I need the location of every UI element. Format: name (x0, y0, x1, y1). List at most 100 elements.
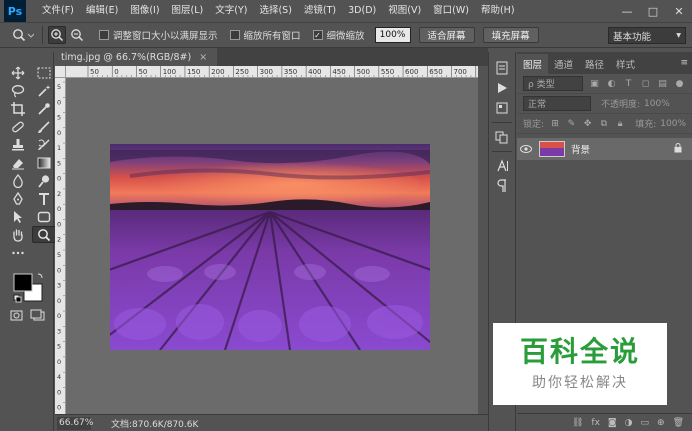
menu-window[interactable]: 窗口(W) (427, 0, 475, 22)
resize-windows-option[interactable]: 调整窗口大小以满屏显示 (99, 28, 218, 42)
zoom-100-button[interactable]: 100% (374, 27, 411, 43)
minimize-button[interactable]: — (614, 0, 640, 22)
menu-view[interactable]: 视图(V) (382, 0, 427, 22)
fit-screen-button[interactable]: 适合屏幕 (418, 27, 475, 43)
hand-tool[interactable] (6, 226, 30, 243)
ruler-origin[interactable] (55, 66, 66, 78)
quick-mask-icon[interactable] (10, 310, 23, 321)
path-selection-tool[interactable] (6, 208, 30, 225)
lock-transparent-icon[interactable]: ⊞ (550, 118, 560, 129)
new-group-icon[interactable]: ▭ (641, 418, 650, 428)
gradient-tool[interactable] (32, 154, 56, 171)
type-tool[interactable] (32, 190, 56, 207)
zoom-all-windows-option[interactable]: 缩放所有窗口 (229, 28, 301, 42)
move-tool[interactable] (6, 64, 30, 81)
vertical-ruler[interactable]: 5 0 5 0 1 5 0 2 0 0 2 5 0 3 0 0 3 5 0 4 0 0 (55, 78, 66, 414)
crop-tool[interactable] (6, 100, 30, 117)
clone-stamp-tool[interactable] (6, 136, 30, 153)
panel-menu-icon[interactable]: ≡ (680, 58, 688, 68)
lock-all-icon[interactable]: 🔒︎ (615, 118, 625, 129)
lock-artboard-icon[interactable]: ⧉ (599, 118, 609, 129)
eyedropper-tool[interactable] (32, 100, 56, 117)
eraser-tool[interactable] (6, 154, 30, 171)
layer-lock-icon[interactable] (674, 142, 682, 156)
actions-panel-button[interactable] (492, 80, 512, 96)
menu-help[interactable]: 帮助(H) (475, 0, 521, 22)
fill-value[interactable]: 100% (660, 119, 686, 129)
menu-3d[interactable]: 3D(D) (342, 0, 382, 22)
zoom-tool[interactable] (32, 226, 56, 243)
fx-icon[interactable]: fx (591, 418, 600, 428)
menu-bar: Ps 文件(F) 编辑(E) 图像(I) 图层(L) 文字(Y) 选择(S) 滤… (0, 0, 692, 22)
tab-styles[interactable]: 样式 (610, 54, 641, 74)
menu-type[interactable]: 文字(Y) (209, 0, 253, 22)
zoom-in-button[interactable] (48, 26, 66, 44)
delete-layer-icon[interactable]: 🗑︎ (673, 418, 684, 428)
smart-object-filter-icon[interactable]: ▤ (657, 78, 668, 89)
lock-image-icon[interactable]: ✎ (566, 118, 576, 129)
zoom-out-button[interactable] (68, 26, 86, 44)
adjustment-filter-icon[interactable]: ◐ (606, 78, 617, 89)
dodge-tool[interactable] (32, 172, 56, 189)
history-panel-button[interactable] (492, 60, 512, 76)
resize-windows-checkbox[interactable] (99, 30, 109, 40)
lasso-tool[interactable] (6, 82, 30, 99)
clone-source-panel-button[interactable] (492, 129, 512, 145)
tab-layers[interactable]: 图层 (517, 54, 549, 74)
document-size-info[interactable]: 文档:870.6K/870.6K (111, 417, 198, 430)
document-image[interactable] (110, 144, 430, 350)
close-tab-icon[interactable]: × (199, 52, 207, 63)
character-panel-button[interactable] (492, 158, 512, 174)
blur-tool[interactable] (6, 172, 30, 189)
menu-filter[interactable]: 滤镜(T) (298, 0, 342, 22)
pixel-filter-icon[interactable]: ▣ (589, 78, 600, 89)
properties-panel-button[interactable] (492, 100, 512, 116)
close-window-button[interactable]: ✕ (666, 0, 692, 22)
opacity-label: 不透明度: (601, 100, 641, 110)
pen-tool[interactable] (6, 190, 30, 207)
new-layer-icon[interactable]: ⊕ (657, 418, 665, 428)
workspace-select[interactable]: 基本功能 ▾ (608, 27, 686, 44)
marquee-tool[interactable] (32, 64, 56, 81)
brush-tool[interactable] (32, 118, 56, 135)
healing-brush-tool[interactable] (6, 118, 30, 135)
menu-layer[interactable]: 图层(L) (166, 0, 210, 22)
scrubby-zoom-option[interactable]: ✓ 细微缩放 (312, 28, 365, 42)
zoom-all-windows-checkbox[interactable] (229, 30, 240, 40)
scrubby-zoom-checkbox[interactable]: ✓ (312, 30, 323, 40)
tool-preset-picker[interactable] (8, 25, 38, 45)
filter-toggle-icon[interactable]: ● (674, 78, 685, 89)
menu-file[interactable]: 文件(F) (36, 0, 80, 22)
layer-name[interactable]: 背景 (571, 142, 590, 156)
history-brush-tool[interactable] (32, 136, 56, 153)
layer-row-background[interactable]: 背景 (517, 138, 692, 160)
menu-edit[interactable]: 编辑(E) (80, 0, 124, 22)
tab-channels[interactable]: 通道 (548, 54, 579, 74)
menu-image[interactable]: 图像(I) (124, 0, 165, 22)
tab-paths[interactable]: 路径 (579, 54, 610, 74)
more-tools[interactable] (6, 244, 30, 261)
paragraph-panel-button[interactable] (492, 178, 512, 194)
shape-tool[interactable] (32, 208, 56, 225)
ruler-tick-label: 0 (57, 205, 61, 213)
blend-mode-select[interactable]: 正常 (523, 96, 591, 111)
add-mask-icon[interactable]: ◙ (608, 418, 617, 428)
swap-colors-icon[interactable] (37, 273, 43, 279)
fill-screen-button[interactable]: 填充屏幕 (482, 27, 539, 43)
layer-kind-filter[interactable]: ρ 类型 (523, 76, 583, 91)
magic-wand-tool[interactable] (32, 82, 56, 99)
adjustment-layer-icon[interactable]: ◑ (625, 418, 633, 428)
menu-select[interactable]: 选择(S) (253, 0, 297, 22)
document-tab[interactable]: timg.jpg @ 66.7%(RGB/8#) × (55, 48, 218, 66)
maximize-button[interactable]: □ (640, 0, 666, 22)
vertical-scrollbar[interactable] (478, 66, 488, 414)
scrubby-zoom-label: 细微缩放 (326, 31, 365, 42)
shape-filter-icon[interactable]: ◻ (640, 78, 651, 89)
type-filter-icon[interactable]: T (623, 78, 634, 89)
zoom-level-field[interactable]: 66.67% (57, 416, 93, 430)
link-layers-icon[interactable]: ⛓ (572, 418, 583, 428)
lock-position-icon[interactable]: ✥ (583, 118, 593, 129)
horizontal-ruler[interactable]: 50 0 50 100 150 200 250 300 350 400 450 500 550 600 65… (66, 66, 478, 78)
opacity-value[interactable]: 100% (644, 99, 670, 109)
visibility-eye-icon[interactable] (517, 145, 535, 153)
